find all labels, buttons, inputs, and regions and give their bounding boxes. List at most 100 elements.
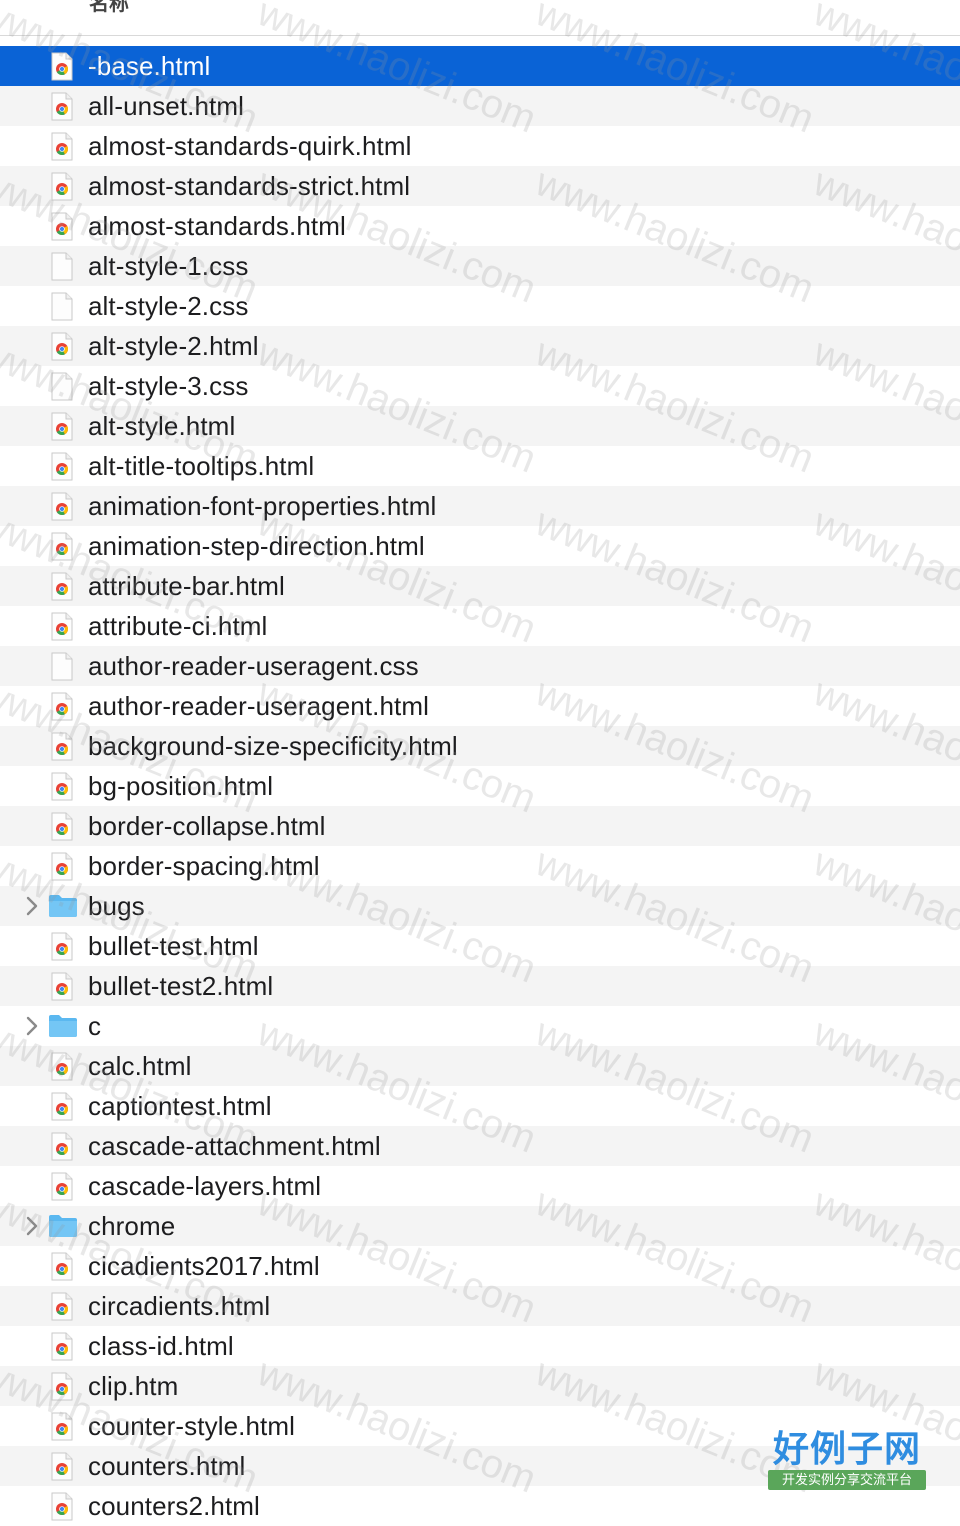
chrome-document-icon xyxy=(50,1092,74,1121)
name-column-label[interactable]: 名称 xyxy=(89,0,129,16)
file-row[interactable]: almost-standards-strict.html xyxy=(0,166,960,206)
file-name: counter-style.html xyxy=(88,1411,295,1441)
file-name: alt-style-3.css xyxy=(88,371,249,401)
file-name: counters2.html xyxy=(88,1491,260,1521)
file-name: border-spacing.html xyxy=(88,851,320,881)
file-row[interactable]: captiontest.html xyxy=(0,1086,960,1126)
folder-icon xyxy=(48,1014,78,1038)
file-row[interactable]: alt-style-3.css xyxy=(0,366,960,406)
logo-title: 好例子网 xyxy=(772,1428,921,1470)
chrome-document-icon xyxy=(50,212,74,241)
logo-subtitle: 开发实例分享交流平台 xyxy=(768,1470,926,1490)
document-icon xyxy=(50,372,74,401)
file-row[interactable]: bullet-test.html xyxy=(0,926,960,966)
file-row[interactable]: alt-style.html xyxy=(0,406,960,446)
file-name: alt-style-1.css xyxy=(88,251,249,281)
chrome-document-icon xyxy=(50,772,74,801)
file-name: alt-title-tooltips.html xyxy=(88,451,315,481)
file-name: -base.html xyxy=(88,51,211,81)
chrome-document-icon xyxy=(50,132,74,161)
file-name: class-id.html xyxy=(88,1331,234,1361)
disclosure-chevron-icon[interactable] xyxy=(22,1014,42,1038)
file-name: captiontest.html xyxy=(88,1091,272,1121)
file-row[interactable]: almost-standards.html xyxy=(0,206,960,246)
file-name: border-collapse.html xyxy=(88,811,326,841)
file-row[interactable]: -base.html xyxy=(0,46,960,86)
file-row[interactable]: all-unset.html xyxy=(0,86,960,126)
chrome-document-icon xyxy=(50,572,74,601)
chrome-document-icon xyxy=(50,1332,74,1361)
file-row[interactable]: border-collapse.html xyxy=(0,806,960,846)
chrome-document-icon xyxy=(50,412,74,441)
file-row[interactable]: calc.html xyxy=(0,1046,960,1086)
file-row[interactable]: cascade-attachment.html xyxy=(0,1126,960,1166)
file-row[interactable]: alt-title-tooltips.html xyxy=(0,446,960,486)
file-name: background-size-specificity.html xyxy=(88,731,458,761)
column-header[interactable]: 名称 xyxy=(0,0,960,36)
chrome-document-icon xyxy=(50,1052,74,1081)
folder-row[interactable]: chrome xyxy=(0,1206,960,1246)
file-row[interactable]: counters2.html xyxy=(0,1486,960,1526)
document-icon xyxy=(50,252,74,281)
file-row[interactable]: alt-style-2.html xyxy=(0,326,960,366)
chrome-document-icon xyxy=(50,1292,74,1321)
file-name: bullet-test.html xyxy=(88,931,259,961)
site-logo: 好例子网 开发实例分享交流平台 xyxy=(768,1428,926,1492)
chrome-document-icon xyxy=(50,692,74,721)
document-icon xyxy=(50,652,74,681)
file-row[interactable]: attribute-bar.html xyxy=(0,566,960,606)
file-name: author-reader-useragent.html xyxy=(88,691,429,721)
file-row[interactable]: cascade-layers.html xyxy=(0,1166,960,1206)
file-list: -base.html all-unset.html almost-standar… xyxy=(0,46,960,1526)
file-row[interactable]: bg-position.html xyxy=(0,766,960,806)
chrome-document-icon xyxy=(50,972,74,1001)
file-name: all-unset.html xyxy=(88,91,245,121)
file-row[interactable]: background-size-specificity.html xyxy=(0,726,960,766)
chrome-document-icon xyxy=(50,452,74,481)
file-name: clip.htm xyxy=(88,1371,179,1401)
chrome-document-icon xyxy=(50,92,74,121)
file-row[interactable]: almost-standards-quirk.html xyxy=(0,126,960,166)
file-row[interactable]: animation-step-direction.html xyxy=(0,526,960,566)
file-row[interactable]: class-id.html xyxy=(0,1326,960,1366)
document-icon xyxy=(50,292,74,321)
chrome-document-icon xyxy=(50,1252,74,1281)
file-name: almost-standards-strict.html xyxy=(88,171,411,201)
chrome-document-icon xyxy=(50,332,74,361)
file-name: author-reader-useragent.css xyxy=(88,651,419,681)
file-row[interactable]: bullet-test2.html xyxy=(0,966,960,1006)
file-row[interactable]: alt-style-2.css xyxy=(0,286,960,326)
chrome-document-icon xyxy=(50,1372,74,1401)
file-name: almost-standards.html xyxy=(88,211,346,241)
file-row[interactable]: author-reader-useragent.html xyxy=(0,686,960,726)
file-row[interactable]: animation-font-properties.html xyxy=(0,486,960,526)
folder-row[interactable]: bugs xyxy=(0,886,960,926)
file-name: cicadients2017.html xyxy=(88,1251,320,1281)
folder-row[interactable]: c xyxy=(0,1006,960,1046)
folder-icon xyxy=(48,1214,78,1238)
file-row[interactable]: author-reader-useragent.css xyxy=(0,646,960,686)
chrome-document-icon xyxy=(50,1172,74,1201)
file-name: calc.html xyxy=(88,1051,192,1081)
file-row[interactable]: clip.htm xyxy=(0,1366,960,1406)
chrome-document-icon xyxy=(50,52,74,81)
file-name: animation-step-direction.html xyxy=(88,531,425,561)
file-name: counters.html xyxy=(88,1451,246,1481)
file-name: c xyxy=(88,1011,102,1041)
chrome-document-icon xyxy=(50,1492,74,1521)
file-row[interactable]: border-spacing.html xyxy=(0,846,960,886)
file-row[interactable]: cicadients2017.html xyxy=(0,1246,960,1286)
chrome-document-icon xyxy=(50,1132,74,1161)
file-row[interactable]: alt-style-1.css xyxy=(0,246,960,286)
chrome-document-icon xyxy=(50,932,74,961)
disclosure-chevron-icon[interactable] xyxy=(22,894,42,918)
chrome-document-icon xyxy=(50,172,74,201)
file-name: alt-style-2.html xyxy=(88,331,259,361)
file-name: cascade-layers.html xyxy=(88,1171,322,1201)
file-row[interactable]: circadients.html xyxy=(0,1286,960,1326)
file-row[interactable]: attribute-ci.html xyxy=(0,606,960,646)
disclosure-chevron-icon[interactable] xyxy=(22,1214,42,1238)
file-name: bg-position.html xyxy=(88,771,274,801)
file-name: cascade-attachment.html xyxy=(88,1131,381,1161)
file-name: attribute-ci.html xyxy=(88,611,268,641)
